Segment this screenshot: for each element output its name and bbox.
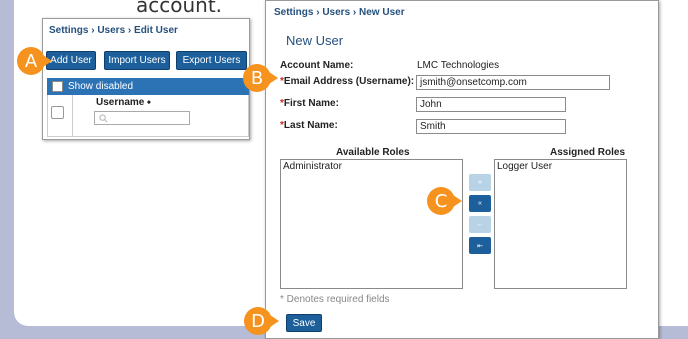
- last-name-label-row: *Last Name:: [280, 120, 338, 131]
- available-roles-list[interactable]: Administrator: [280, 159, 463, 289]
- account-name-label: Account Name:: [280, 60, 354, 71]
- import-users-button[interactable]: Import Users: [104, 51, 170, 70]
- email-label-row: *Email Address (Username):: [280, 76, 414, 87]
- remove-all-roles-button[interactable]: ⇤: [469, 237, 491, 254]
- callout-marker-d: D: [244, 307, 279, 335]
- users-list-panel: Settings › Users › Edit User Add User Im…: [42, 18, 250, 140]
- caption-text: account.: [136, 0, 223, 17]
- assigned-roles-list[interactable]: Logger User: [494, 159, 627, 289]
- callout-marker-c: C: [427, 187, 462, 215]
- show-disabled-label: Show disabled: [68, 81, 134, 92]
- page-title: New User: [286, 33, 344, 48]
- available-role-item[interactable]: Administrator: [283, 161, 460, 172]
- show-disabled-checkbox[interactable]: [52, 81, 63, 92]
- email-label: Email Address (Username):: [283, 76, 415, 87]
- breadcrumb: Settings › Users › New User: [274, 7, 405, 18]
- remove-role-button[interactable]: «: [469, 195, 491, 212]
- first-name-field[interactable]: John: [416, 97, 566, 112]
- export-users-button[interactable]: Export Users: [176, 51, 247, 70]
- first-name-label-row: *First Name:: [280, 98, 339, 109]
- add-role-button[interactable]: ←: [469, 216, 491, 233]
- callout-marker-a: A: [17, 47, 52, 75]
- assigned-role-item[interactable]: Logger User: [497, 161, 624, 172]
- search-icon: [99, 114, 108, 123]
- first-name-label: First Name:: [283, 98, 339, 109]
- account-name-value: LMC Technologies: [417, 60, 500, 71]
- select-all-checkbox[interactable]: [51, 106, 64, 119]
- add-all-roles-button[interactable]: »: [469, 174, 491, 191]
- save-button[interactable]: Save: [286, 314, 322, 332]
- username-filter-input[interactable]: [94, 111, 190, 125]
- breadcrumb: Settings › Users › Edit User: [49, 25, 178, 36]
- last-name-label: Last Name:: [283, 120, 338, 131]
- column-divider: [72, 95, 73, 136]
- assigned-roles-header: Assigned Roles: [550, 147, 626, 158]
- last-name-field[interactable]: Smith: [416, 119, 566, 134]
- available-roles-header: Available Roles: [336, 147, 410, 158]
- email-field[interactable]: jsmith@onsetcomp.com: [416, 75, 610, 90]
- show-disabled-bar: Show disabled: [47, 78, 249, 95]
- required-fields-note: * Denotes required fields: [280, 294, 390, 305]
- new-user-panel: Settings › Users › New User New User Acc…: [265, 0, 659, 339]
- users-grid: Username ⬩: [47, 95, 249, 137]
- username-column-header[interactable]: Username ⬩: [96, 97, 151, 108]
- callout-marker-b: B: [243, 64, 278, 92]
- add-user-button[interactable]: Add User: [46, 51, 96, 70]
